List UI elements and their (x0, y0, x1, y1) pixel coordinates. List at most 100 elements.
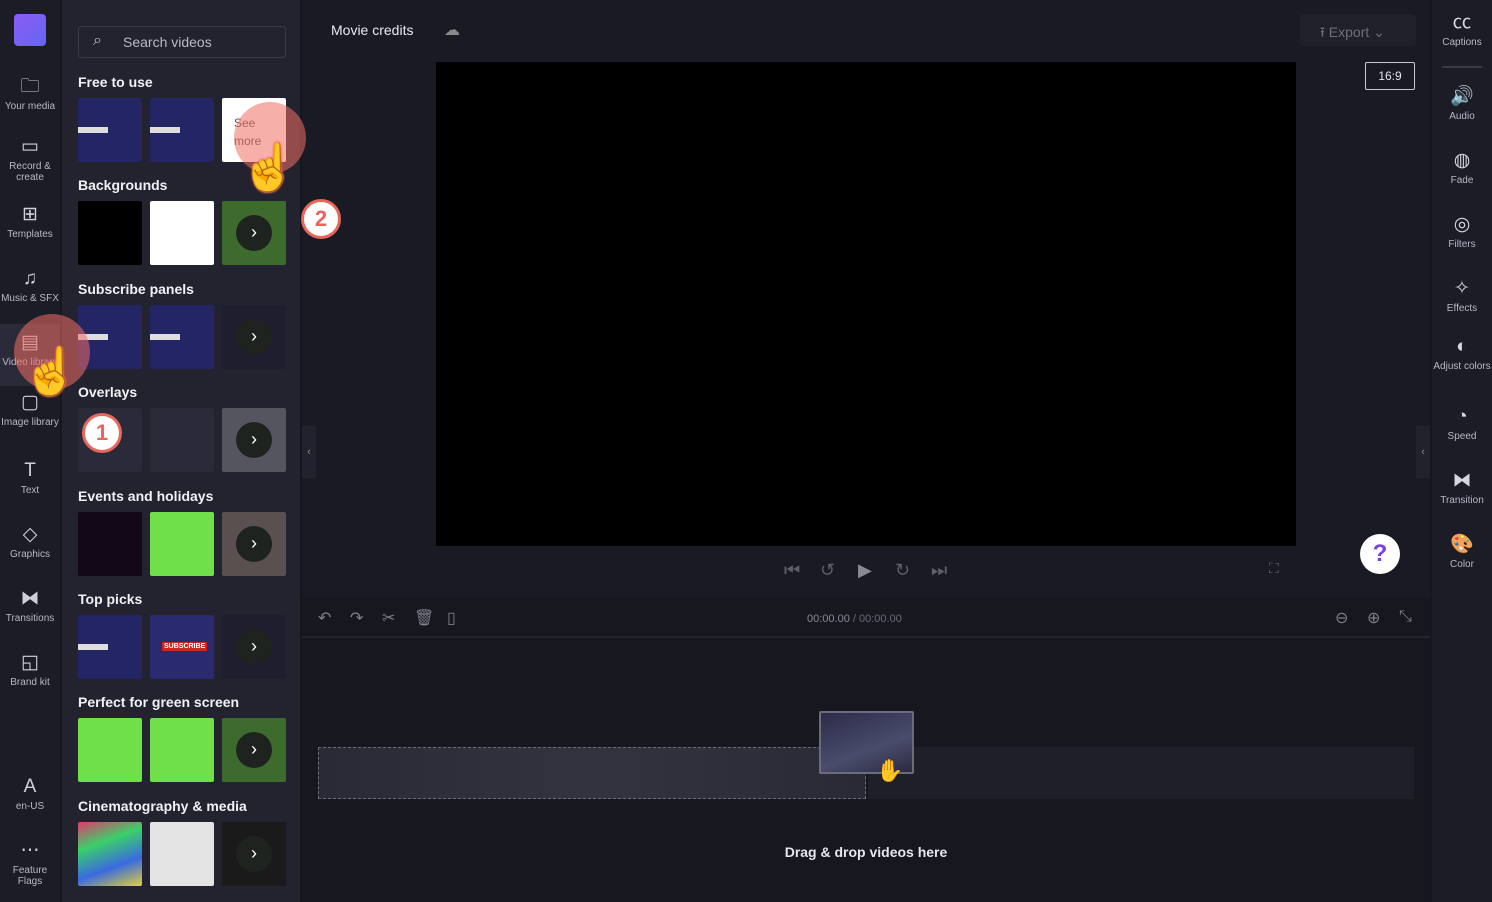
preview-area: Movie credits ☁ ⭱ Export ⌄ 16:9 ⏮ ↺ ▶ ↻ … (302, 0, 1430, 598)
section-title: Subscribe panels (78, 280, 194, 297)
chevron-right-icon[interactable]: › (236, 318, 272, 355)
video-thumbnail[interactable]: › (222, 201, 286, 266)
search-placeholder: Search videos (123, 34, 212, 50)
delete-icon[interactable]: 🗑 (414, 608, 434, 628)
filters-icon: ◎ (1453, 214, 1471, 235)
video-thumbnail[interactable] (150, 98, 214, 162)
skip-back-icon[interactable]: ⏮ (784, 560, 800, 581)
video-thumbnail[interactable]: › (222, 304, 286, 369)
step-badge-2: 2 (301, 199, 341, 239)
step-badge-1: 1 (82, 413, 122, 453)
chevron-right-icon[interactable]: › (236, 525, 272, 562)
video-thumbnail[interactable]: › (222, 511, 286, 576)
video-thumbnail[interactable] (150, 201, 214, 266)
chevron-right-icon[interactable]: › (236, 732, 272, 769)
video-thumbnail[interactable] (78, 201, 142, 266)
captions-icon: ㏄ (1452, 12, 1472, 33)
rail-item-adjust-colors[interactable]: ◐ Adjust colors (1432, 336, 1492, 372)
rail-item-effects[interactable]: ✧ Effects (1432, 278, 1492, 314)
nav-item-text[interactable]: T Text (0, 460, 60, 496)
cloud-sync-off-icon: ☁ (444, 22, 460, 39)
forward-5-icon[interactable]: ↻ (895, 560, 910, 581)
rail-item-label: Captions (1442, 37, 1482, 48)
speaker-icon: 🔊 (1450, 86, 1474, 107)
chevron-right-icon[interactable]: › (236, 215, 272, 252)
fit-timeline-icon[interactable]: ⤡ (1399, 608, 1412, 626)
current-time: 00:00.00 (807, 613, 850, 625)
help-button[interactable]: ? (1360, 534, 1400, 574)
drop-placeholder-track[interactable] (318, 747, 866, 799)
nav-item-en-us[interactable]: Aen-US (0, 776, 60, 812)
redo-icon[interactable]: ↷ (350, 608, 363, 628)
rail-item-audio[interactable]: 🔊 Audio (1432, 86, 1492, 122)
project-title[interactable]: Movie credits (331, 22, 413, 38)
search-icon: ⌕ (93, 32, 102, 49)
video-thumbnail[interactable] (78, 615, 142, 679)
video-thumbnail[interactable]: › (222, 718, 286, 783)
collapse-right-panel[interactable]: ‹ (1416, 426, 1430, 478)
timeline-track[interactable] (868, 747, 1414, 799)
chevron-right-icon[interactable]: › (236, 422, 272, 459)
rewind-5-icon[interactable]: ↺ (820, 560, 835, 581)
nav-item-record-create[interactable]: ▭ Record & create (0, 136, 60, 183)
chevron-right-icon[interactable]: › (236, 835, 272, 872)
shapes-icon: ◇ (22, 524, 38, 545)
video-thumbnail[interactable] (150, 408, 214, 473)
music-icon: ♫ (22, 268, 38, 289)
rail-item-captions[interactable]: ㏄ Captions (1432, 12, 1492, 48)
section-title: Free to use (78, 74, 153, 90)
rail-item-label: Fade (1450, 175, 1474, 186)
section-title: Cinematography & media (78, 797, 247, 814)
total-time: / 00:00.00 (852, 613, 902, 625)
section-title: Overlays (78, 384, 138, 401)
language-icon: A (23, 776, 37, 797)
nav-item-label: Image library (1, 417, 59, 428)
play-icon[interactable]: ▶ (858, 560, 872, 581)
divider (1442, 66, 1482, 68)
export-button[interactable]: ⭱ Export ⌄ (1300, 14, 1416, 46)
add-media-icon[interactable]: ▯ (447, 608, 456, 628)
fullscreen-icon[interactable]: ⛶ (1269, 560, 1279, 577)
rail-item-filters[interactable]: ◎ Filters (1432, 214, 1492, 250)
text-icon: T (24, 460, 36, 481)
collapse-left-panel[interactable]: ‹ (302, 426, 316, 478)
rail-item-color[interactable]: 🎨 Color (1432, 534, 1492, 570)
video-thumbnail[interactable] (150, 821, 214, 886)
search-input[interactable]: ⌕ Search videos (78, 26, 286, 58)
nav-item-your-media[interactable]: 🗀 Your media (0, 76, 60, 112)
video-thumbnail[interactable]: SUBSCRIBE (150, 615, 214, 679)
split-scissors-icon[interactable]: ✂ (382, 608, 395, 628)
skip-forward-icon[interactable]: ⏭ (931, 560, 947, 581)
nav-item-label: Transitions (5, 613, 55, 624)
rail-item-label: Color (1450, 559, 1474, 570)
video-thumbnail[interactable] (78, 718, 142, 783)
video-thumbnail[interactable] (78, 821, 142, 886)
video-thumbnail[interactable]: › (222, 821, 286, 886)
nav-item-templates[interactable]: ⊞ Templates (0, 204, 60, 240)
aspect-ratio-button[interactable]: 16:9 (1365, 62, 1415, 90)
nav-item-graphics[interactable]: ◇ Graphics (0, 524, 60, 560)
rail-item-speed[interactable]: ◔ Speed (1432, 406, 1492, 442)
video-canvas (436, 62, 1296, 546)
rail-item-transition[interactable]: ⧓ Transition (1432, 470, 1492, 506)
zoom-in-icon[interactable]: ⊕ (1367, 608, 1380, 628)
video-thumbnail[interactable]: › (222, 408, 286, 473)
rail-item-fade[interactable]: ◍ Fade (1432, 150, 1492, 186)
contrast-icon: ◐ (1456, 336, 1468, 357)
more-icon: ⋯ (20, 840, 40, 861)
video-thumbnail[interactable] (150, 718, 214, 783)
video-thumbnail[interactable] (78, 511, 142, 576)
nav-item-feature-flags[interactable]: ⋯ Feature Flags (0, 840, 60, 887)
video-thumbnail[interactable] (150, 304, 214, 369)
nav-item-transitions[interactable]: ⧓ Transitions (0, 588, 60, 624)
video-thumbnail[interactable] (150, 511, 214, 576)
zoom-out-icon[interactable]: ⊖ (1335, 608, 1348, 628)
undo-icon[interactable]: ↶ (318, 608, 331, 628)
palette-icon: 🎨 (1450, 534, 1474, 555)
nav-item-brand-kit[interactable]: ◱ Brand kit (0, 652, 60, 688)
video-thumbnail[interactable] (78, 98, 142, 162)
nav-item-label: Text (20, 485, 40, 496)
nav-item-music-sfx[interactable]: ♫ Music & SFX (0, 268, 60, 304)
chevron-right-icon[interactable]: › (236, 629, 272, 665)
video-thumbnail[interactable]: › (222, 615, 286, 679)
